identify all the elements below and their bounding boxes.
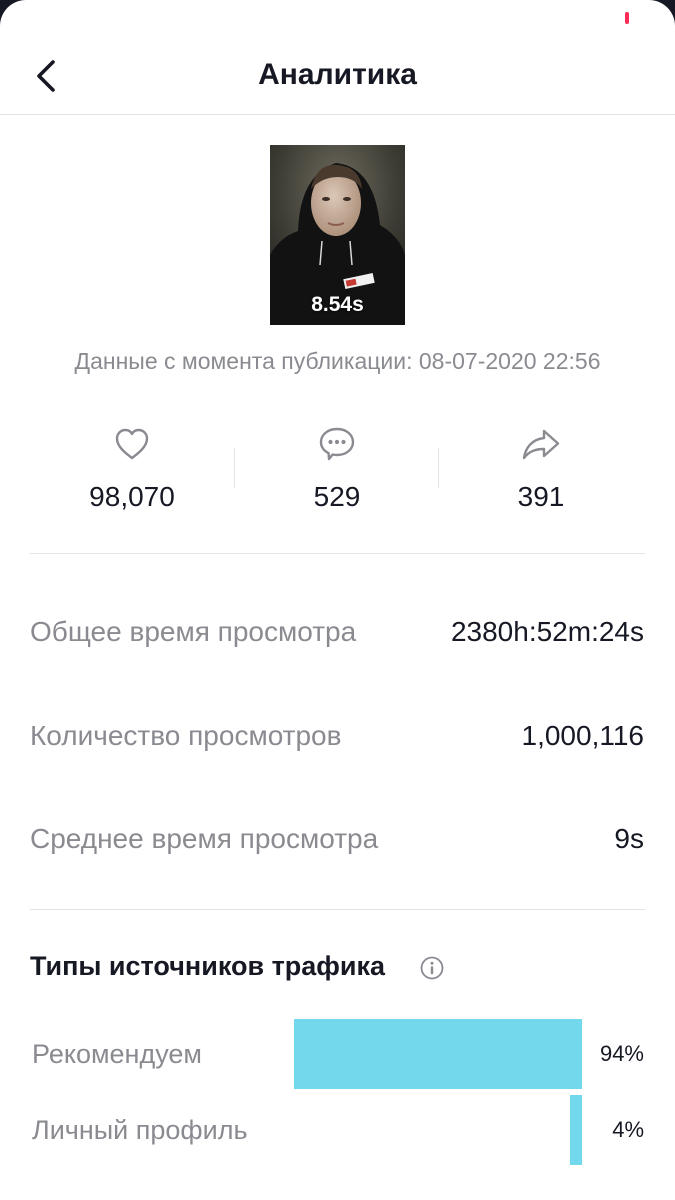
share-icon [522, 429, 560, 460]
published-date: Данные с момента публикации: 08-07-2020 … [74, 348, 601, 374]
likes-stat: 98,070 [32, 424, 232, 514]
section-divider [30, 553, 645, 554]
video-thumbnail[interactable]: 8.54s [270, 145, 405, 325]
avg-watch-time-label: Среднее время просмотра [30, 823, 379, 854]
total-watch-time-value: 2380h:52m:24s [450, 616, 644, 647]
traffic-source-label: Личный профиль [32, 1115, 248, 1145]
comment-icon [319, 427, 355, 461]
views-count-label: Количество просмотров [30, 720, 342, 751]
heart-icon [115, 428, 149, 460]
views-count-value: 1,000,116 [521, 720, 645, 751]
info-icon[interactable] [420, 956, 444, 980]
traffic-source-bar [294, 1019, 582, 1089]
shares-stat: 391 [441, 424, 641, 514]
likes-count: 98,070 [89, 481, 175, 512]
comments-count: 529 [313, 481, 361, 512]
traffic-sources-title: Типы источников трафика [30, 951, 386, 981]
header: Аналитика [0, 0, 675, 115]
video-duration: 8.54s [311, 293, 364, 316]
avg-watch-time-value: 9s [614, 823, 644, 854]
stat-divider [234, 448, 235, 488]
page-title: Аналитика [258, 58, 417, 91]
traffic-source-percent: 94% [599, 1041, 644, 1066]
shares-count: 391 [517, 481, 565, 512]
analytics-screen: Аналитика 8.54s Данные с момента публика… [0, 0, 675, 1200]
section-divider [30, 909, 645, 910]
comments-stat: 529 [237, 424, 437, 514]
traffic-source-label: Рекомендуем [32, 1039, 202, 1069]
stat-divider [438, 448, 439, 488]
total-watch-time-label: Общее время просмотра [30, 616, 357, 647]
traffic-source-bar [570, 1095, 582, 1165]
traffic-source-percent: 4% [612, 1117, 644, 1142]
